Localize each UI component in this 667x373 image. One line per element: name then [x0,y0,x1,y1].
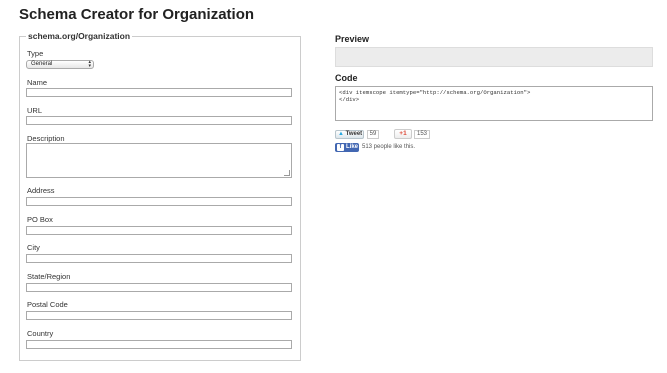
address-label: Address [27,186,55,195]
po-box-input[interactable] [26,226,292,235]
city-input[interactable] [26,254,292,263]
name-label: Name [27,78,48,87]
tweet-count: 59 [367,130,379,139]
google-plus-label: +1 [399,130,407,137]
facebook-like-label: Like [346,144,359,150]
select-arrows-icon: ▴ ▾ [88,59,91,69]
country-input[interactable] [26,340,292,349]
twitter-bird-icon: ▲ [338,131,344,137]
description-label: Description [27,134,65,143]
name-input[interactable] [26,88,292,97]
address-input[interactable] [26,197,292,206]
state-region-input[interactable] [26,283,292,292]
code-title: Code [335,73,358,83]
preview-box [335,47,653,67]
description-textarea[interactable] [26,143,292,178]
facebook-like-button[interactable]: f Like [335,143,359,152]
type-select[interactable]: General ▴ ▾ [26,60,94,69]
google-plus-button[interactable]: +1 [394,129,412,139]
type-label: Type [27,49,44,58]
tweet-button[interactable]: ▲ Tweet [335,130,364,139]
city-label: City [27,243,40,252]
type-select-value: General [31,61,53,67]
code-textarea[interactable]: <div itemscope itemtype="http://schema.o… [335,86,653,121]
facebook-icon: f [337,144,344,151]
preview-title: Preview [335,34,370,44]
page-title: Schema Creator for Organization [19,6,255,23]
state-region-label: State/Region [27,272,71,281]
country-label: Country [27,329,54,338]
tweet-label: Tweet [345,131,363,137]
url-label: URL [27,106,43,115]
postal-code-label: Postal Code [27,300,68,309]
resize-handle-icon[interactable] [284,170,290,176]
url-input[interactable] [26,116,292,125]
form-legend: schema.org/Organization [26,31,133,41]
po-box-label: PO Box [27,215,53,224]
postal-code-input[interactable] [26,311,292,320]
google-plus-count: 153 [414,130,430,139]
facebook-like-count: 513 people like this. [362,144,416,150]
